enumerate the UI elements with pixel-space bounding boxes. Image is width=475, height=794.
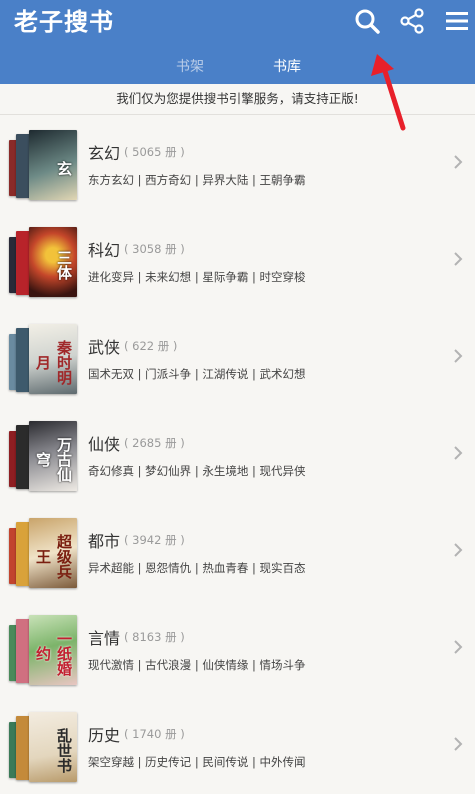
category-tags: 进化变异 | 未来幻想 | 星际争霸 | 时空穿梭 xyxy=(88,270,306,284)
book-cover-image: 万古仙穹 xyxy=(9,421,79,493)
category-count: ( 622 册 ) xyxy=(124,339,178,353)
chevron-right-icon xyxy=(452,735,464,753)
chevron-right-icon xyxy=(452,638,464,656)
book-cover-image: 玄 xyxy=(9,130,79,202)
category-row-xianxia[interactable]: 万古仙穹 仙侠 ( 2685 册 ) 奇幻修真 | 梦幻仙界 | 永生境地 | … xyxy=(0,406,475,503)
book-cover-image: 秦时明月 xyxy=(9,324,79,396)
category-row-xuanhuan[interactable]: 玄 玄幻 ( 5065 册 ) 东方玄幻 | 西方奇幻 | 异界大陆 | 王朝争… xyxy=(0,115,475,212)
category-row-wuxia[interactable]: 秦时明月 武侠 ( 622 册 ) 国术无双 | 门派斗争 | 江湖传说 | 武… xyxy=(0,309,475,406)
category-name: 武侠 xyxy=(88,338,121,357)
category-name: 历史 xyxy=(88,726,121,745)
category-row-dushi[interactable]: 超级兵王 都市 ( 3942 册 ) 异术超能 | 恩怨情仇 | 热血青春 | … xyxy=(0,503,475,600)
category-row-lishi[interactable]: 乱世书 历史 ( 1740 册 ) 架空穿越 | 历史传记 | 民间传说 | 中… xyxy=(0,697,475,794)
category-tags: 东方玄幻 | 西方奇幻 | 异界大陆 | 王朝争霸 xyxy=(88,173,306,187)
category-tags: 架空穿越 | 历史传记 | 民间传说 | 中外传闻 xyxy=(88,755,306,769)
category-count: ( 3058 册 ) xyxy=(124,242,185,256)
category-count: ( 1740 册 ) xyxy=(124,727,185,741)
book-cover-image: 超级兵王 xyxy=(9,518,79,590)
tab-bookshelf[interactable]: 书架 xyxy=(155,52,225,84)
chevron-right-icon xyxy=(452,347,464,365)
category-name: 玄幻 xyxy=(88,144,121,163)
category-tags: 现代激情 | 古代浪漫 | 仙侠情缘 | 情场斗争 xyxy=(88,658,306,672)
menu-icon[interactable] xyxy=(442,6,472,36)
category-count: ( 8163 册 ) xyxy=(124,630,185,644)
category-row-yanqing[interactable]: 一纸婚约 言情 ( 8163 册 ) 现代激情 | 古代浪漫 | 仙侠情缘 | … xyxy=(0,600,475,697)
category-count: ( 3942 册 ) xyxy=(124,533,185,547)
book-cover-image: 一纸婚约 xyxy=(9,615,79,687)
chevron-right-icon xyxy=(452,444,464,462)
category-row-kehuan[interactable]: 三体 科幻 ( 3058 册 ) 进化变异 | 未来幻想 | 星际争霸 | 时空… xyxy=(0,212,475,309)
category-name: 都市 xyxy=(88,532,121,551)
category-tags: 奇幻修真 | 梦幻仙界 | 永生境地 | 现代异侠 xyxy=(88,464,306,478)
book-cover-image: 三体 xyxy=(9,227,79,299)
chevron-right-icon xyxy=(452,153,464,171)
book-cover-image: 乱世书 xyxy=(9,712,79,784)
category-tags: 国术无双 | 门派斗争 | 江湖传说 | 武术幻想 xyxy=(88,367,306,381)
tab-library[interactable]: 书库 xyxy=(252,52,322,84)
category-name: 科幻 xyxy=(88,241,121,260)
category-count: ( 5065 册 ) xyxy=(124,145,185,159)
category-name: 言情 xyxy=(88,629,121,648)
share-icon[interactable] xyxy=(397,6,427,36)
category-name: 仙侠 xyxy=(88,435,121,454)
app-title: 老子搜书 xyxy=(14,7,114,36)
category-count: ( 2685 册 ) xyxy=(124,436,185,450)
chevron-right-icon xyxy=(452,250,464,268)
search-icon[interactable] xyxy=(352,6,382,36)
chevron-right-icon xyxy=(452,541,464,559)
category-tags: 异术超能 | 恩怨情仇 | 热血青春 | 现实百态 xyxy=(88,561,306,575)
